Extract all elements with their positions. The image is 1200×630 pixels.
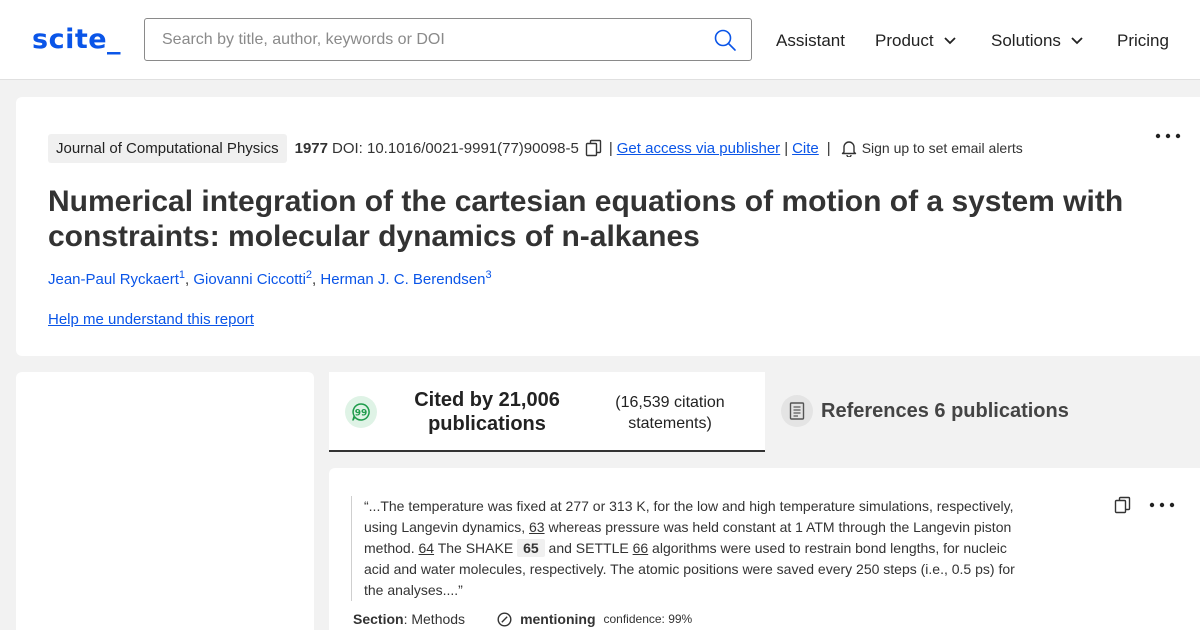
author-affiliation: 3: [485, 269, 492, 281]
search-box[interactable]: [144, 18, 752, 61]
author-list: Jean-Paul Ryckaert1, Giovanni Ciccotti2,…: [48, 269, 492, 288]
classification-badge: mentioning confidence: 99%: [497, 611, 692, 627]
chevron-down-icon: [1071, 37, 1083, 45]
nav-pricing[interactable]: Pricing: [1117, 31, 1169, 51]
citation-tabs: 99 Cited by 21,006 publications (16,539 …: [329, 372, 1200, 452]
nav-product[interactable]: Product: [875, 31, 956, 51]
email-alert-button[interactable]: Sign up to set email alerts: [841, 140, 1023, 157]
more-options-icon[interactable]: [1153, 131, 1183, 141]
chevron-down-icon: [943, 37, 956, 45]
help-understand-link[interactable]: Help me understand this report: [48, 311, 254, 328]
classification-label: mentioning: [520, 611, 596, 627]
access-link[interactable]: Get access via publisher: [617, 140, 780, 157]
section-value: : Methods: [403, 611, 466, 627]
doi-text: DOI: 10.1016/0021-9991(77)90098-5: [332, 139, 579, 157]
copy-icon[interactable]: [1114, 496, 1132, 514]
author-separator: ,: [312, 271, 317, 288]
author-name: Giovanni Ciccotti: [193, 271, 306, 288]
check-circle-icon: [497, 611, 512, 627]
cite-link[interactable]: Cite: [792, 140, 819, 157]
section-label: Section: [353, 611, 404, 627]
top-bar: scite_ Assistant Product Solutions Prici…: [0, 0, 1200, 80]
confidence-text: confidence: 99%: [603, 612, 693, 626]
document-icon: [781, 395, 813, 427]
cited-by-count: Cited by 21,006 publications: [414, 389, 560, 435]
author-name: Herman J. C. Berendsen: [320, 271, 486, 288]
citation-quote: “...The temperature was fixed at 277 or …: [351, 496, 1021, 601]
author-link[interactable]: Giovanni Ciccotti2: [193, 269, 312, 288]
reference-link[interactable]: 64: [418, 540, 434, 556]
quote-text: and SETTLE: [544, 540, 633, 556]
scite-logo[interactable]: scite_: [32, 24, 121, 55]
nav-product-label: Product: [875, 31, 934, 50]
reference-link[interactable]: 66: [633, 540, 649, 556]
publication-year: 1977: [294, 139, 328, 157]
nav-assistant-label: Assistant: [776, 31, 845, 50]
email-alert-label: Sign up to set email alerts: [861, 140, 1023, 156]
nav-pricing-label: Pricing: [1117, 31, 1169, 50]
author-link[interactable]: Herman J. C. Berendsen3: [320, 269, 492, 288]
search-input[interactable]: [162, 28, 702, 52]
citation-footer: Section: Methods mentioning confidence: …: [353, 611, 692, 627]
copy-icon[interactable]: [585, 139, 603, 157]
article-header-card: Journal of Computational Physics 1977 DO…: [16, 97, 1200, 356]
bell-icon: [841, 140, 856, 157]
author-separator: ,: [185, 271, 190, 288]
chat-quote-icon: 99: [345, 396, 377, 428]
separator: |: [608, 139, 613, 157]
citation-statements-count: (16,539 citation statements): [615, 394, 725, 432]
current-reference-marker: 65: [517, 539, 545, 557]
journal-badge[interactable]: Journal of Computational Physics: [48, 133, 287, 163]
svg-text:99: 99: [355, 409, 368, 419]
nav-assistant[interactable]: Assistant: [776, 31, 845, 51]
nav-solutions[interactable]: Solutions: [991, 31, 1083, 51]
citation-card: “...The temperature was fixed at 277 or …: [329, 468, 1200, 630]
separator: |: [784, 139, 789, 157]
sidebar-panel: [16, 372, 314, 630]
references-count: References 6 publications: [821, 400, 1069, 422]
separator: |: [826, 139, 831, 157]
tab-references[interactable]: References 6 publications: [765, 372, 1200, 452]
reference-link[interactable]: 63: [529, 519, 545, 535]
article-meta: Journal of Computational Physics 1977 DO…: [48, 132, 1023, 164]
nav-solutions-label: Solutions: [991, 31, 1061, 50]
author-link[interactable]: Jean-Paul Ryckaert1: [48, 269, 185, 288]
more-options-icon[interactable]: [1147, 500, 1177, 510]
search-icon[interactable]: [713, 28, 737, 52]
tab-cited-by[interactable]: 99 Cited by 21,006 publications (16,539 …: [329, 372, 765, 452]
quote-text: The SHAKE: [434, 540, 518, 556]
article-title: Numerical integration of the cartesian e…: [48, 185, 1124, 253]
author-name: Jean-Paul Ryckaert: [48, 271, 179, 288]
